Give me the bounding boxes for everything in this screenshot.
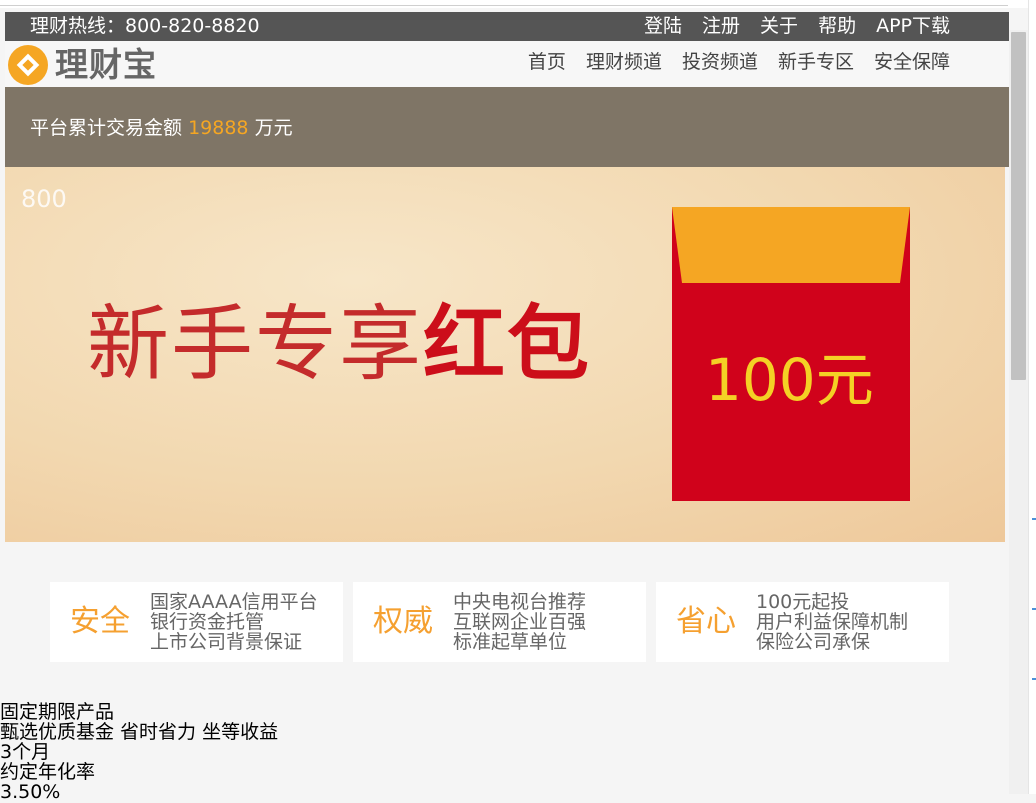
help-link[interactable]: 帮助 — [818, 14, 856, 39]
feature-line: 上市公司背景保证 — [150, 631, 303, 653]
product-slogan: 甄选优质基金 省时省力 坐等收益 — [0, 721, 279, 743]
about-link[interactable]: 关于 — [760, 14, 798, 39]
promo-banner[interactable]: 800 新手专享红包 100元 — [5, 167, 1005, 542]
nav-security[interactable]: 安全保障 — [874, 49, 950, 75]
feature-lines: 国家AAAA信用平台 银行资金托管 上市公司背景保证 — [150, 592, 318, 652]
scrollbar-thumb[interactable] — [1011, 32, 1026, 380]
feature-cards: 安全 国家AAAA信用平台 银行资金托管 上市公司背景保证 权威 中央电视台推荐… — [50, 582, 950, 662]
site-header: 理财宝 首页 理财频道 投资频道 新手专区 安全保障 — [5, 41, 1009, 87]
edge-marker — [1032, 608, 1036, 610]
product-rate-label: 约定年化率 — [0, 761, 96, 783]
nav-newbie-zone[interactable]: 新手专区 — [778, 49, 854, 75]
feature-line: 保险公司承保 — [756, 631, 871, 653]
envelope-amount: 100元 — [705, 346, 874, 414]
total-volume-amount: 19888 — [188, 117, 249, 139]
vertical-scrollbar[interactable] — [1009, 30, 1028, 794]
nav-investment-channel[interactable]: 投资频道 — [682, 49, 758, 75]
feature-card-authority[interactable]: 权威 中央电视台推荐 互联网企业百强 标准起草单位 — [353, 582, 646, 662]
edge-marker — [1032, 678, 1036, 680]
logo[interactable]: 理财宝 — [7, 44, 157, 86]
top-links: 登陆 注册 关于 帮助 APP下载 — [644, 14, 950, 39]
logo-text: 理财宝 — [55, 45, 157, 84]
feature-line: 银行资金托管 — [150, 611, 265, 633]
logo-diamond-icon — [8, 45, 48, 85]
feature-line: 互联网企业百强 — [453, 611, 587, 633]
nav-home[interactable]: 首页 — [528, 49, 566, 75]
feature-line: 中央电视台推荐 — [453, 591, 587, 613]
hotline-text: 理财热线：800-820-8820 — [30, 15, 260, 37]
product-term: 3个月 — [0, 741, 51, 763]
feature-lines: 中央电视台推荐 互联网企业百强 标准起草单位 — [453, 592, 586, 652]
total-volume-line: 平台累计交易金额 19888 万元 — [30, 116, 293, 140]
banner-headline-light: 新手专享 — [87, 297, 424, 392]
edge-marker — [1032, 518, 1036, 520]
top-bar: 理财热线：800-820-8820 登陆 注册 关于 帮助 APP下载 — [5, 12, 1009, 41]
browser-top-edge — [0, 0, 1036, 8]
app-download-link[interactable]: APP下载 — [876, 14, 950, 39]
feature-title: 权威 — [373, 604, 433, 639]
nav-finance-channel[interactable]: 理财频道 — [586, 49, 662, 75]
feature-card-easy[interactable]: 省心 100元起投 用户利益保障机制 保险公司承保 — [656, 582, 949, 662]
feature-card-safety[interactable]: 安全 国家AAAA信用平台 银行资金托管 上市公司背景保证 — [50, 582, 343, 662]
stats-bar: 平台累计交易金额 19888 万元 — [5, 87, 1009, 167]
feature-line: 100元起投 — [756, 591, 850, 613]
feature-line: 国家AAAA信用平台 — [150, 591, 318, 613]
banner-tag: 800 — [21, 185, 67, 213]
total-volume-unit: 万元 — [254, 117, 293, 139]
feature-line: 用户利益保障机制 — [756, 611, 909, 633]
banner-headline-strong: 红包 — [423, 297, 592, 392]
main-nav: 首页 理财频道 投资频道 新手专区 安全保障 — [528, 49, 950, 75]
banner-headline: 新手专享红包 — [87, 295, 591, 395]
login-link[interactable]: 登陆 — [644, 14, 682, 39]
product-category: 固定期限产品 — [0, 701, 115, 723]
feature-lines: 100元起投 用户利益保障机制 保险公司承保 — [756, 592, 908, 652]
feature-line: 标准起草单位 — [453, 631, 568, 653]
window-right-edge — [1028, 0, 1036, 794]
product-section: 固定期限产品 甄选优质基金 省时省力 坐等收益 3个月 约定年化率 3.50% — [0, 702, 278, 802]
product-rate-value: 3.50% — [0, 781, 61, 803]
register-link[interactable]: 注册 — [702, 14, 740, 39]
feature-title: 安全 — [70, 604, 130, 639]
total-volume-label: 平台累计交易金额 — [30, 117, 183, 139]
feature-title: 省心 — [676, 604, 736, 639]
